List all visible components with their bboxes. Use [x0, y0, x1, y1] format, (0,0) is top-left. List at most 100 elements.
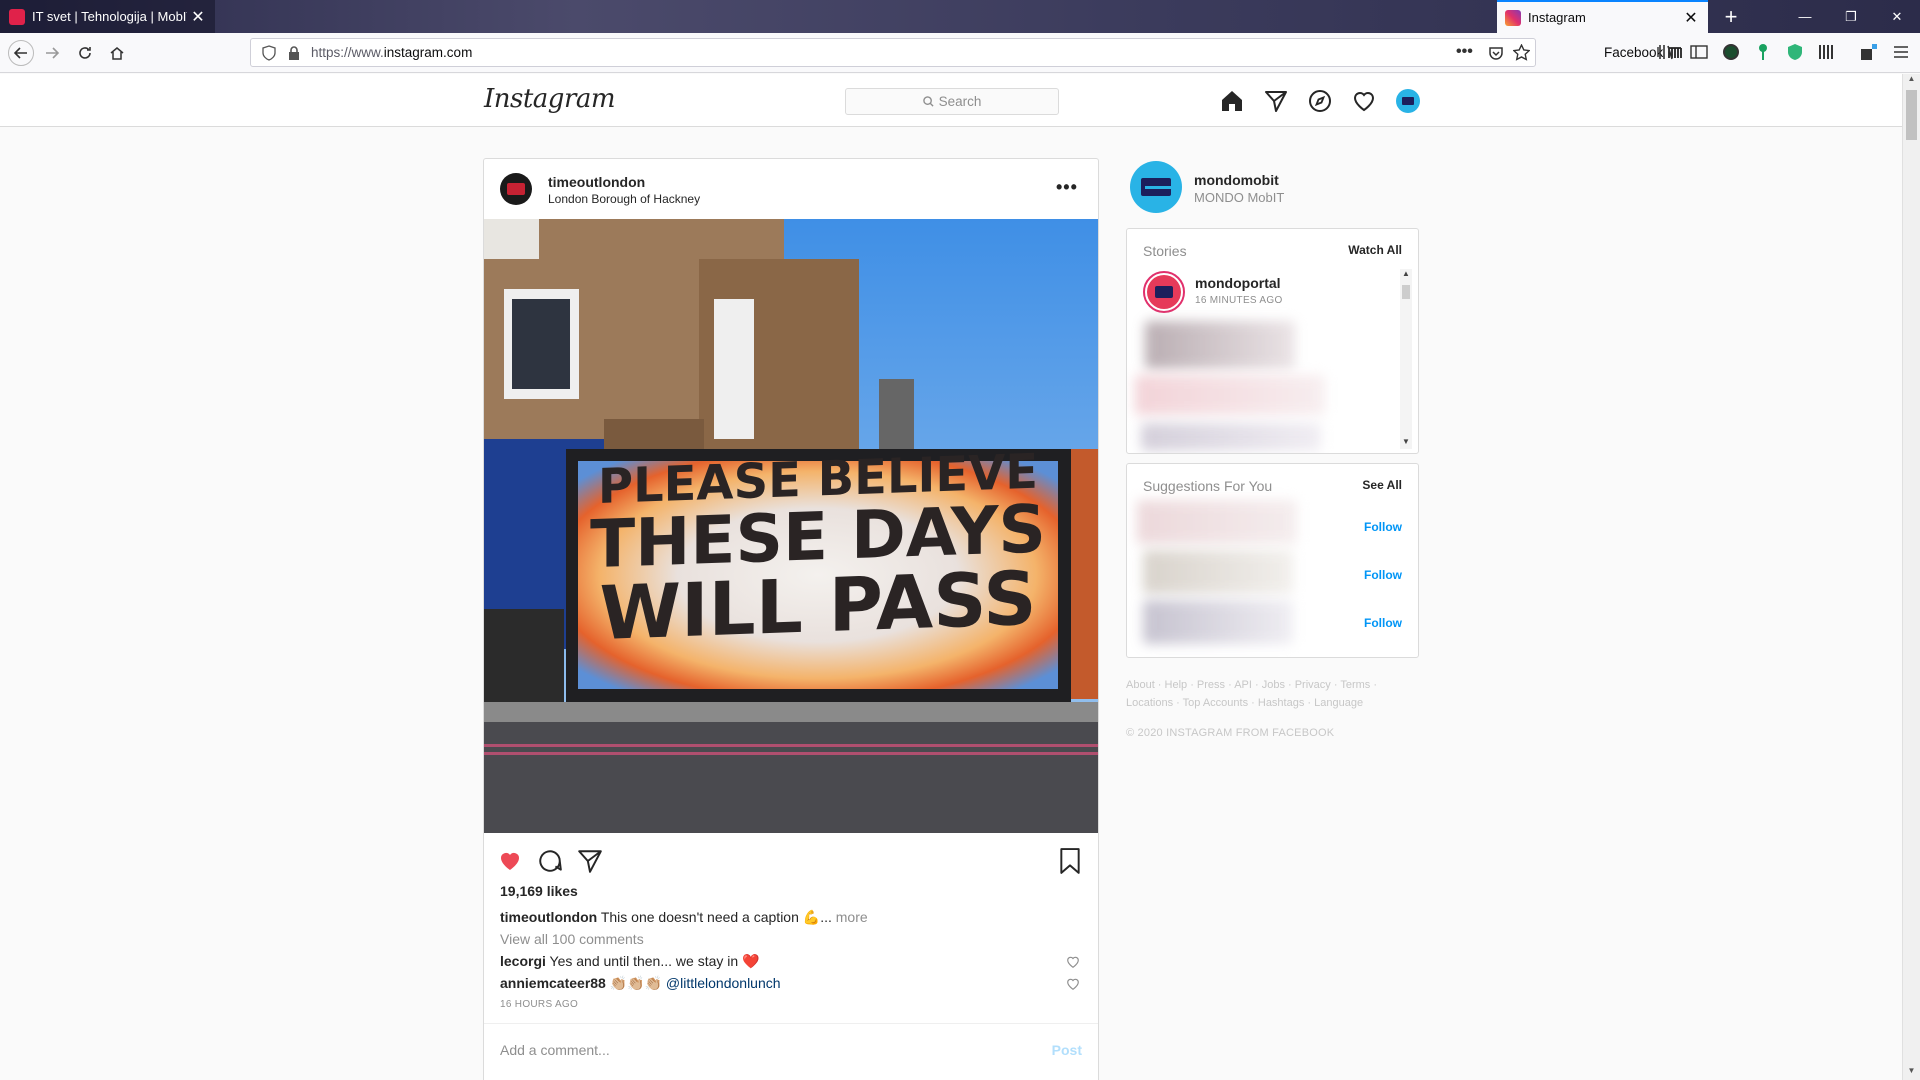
add-comment-input[interactable]: Add a comment... [500, 1042, 610, 1058]
search-placeholder: Search [938, 94, 982, 109]
post-caption: timeoutlondon This one doesn't need a ca… [500, 909, 868, 926]
url-text[interactable]: https://www.instagram.com [311, 45, 472, 60]
comment-row: lecorgi Yes and until then... we stay in… [500, 953, 759, 970]
comment-text: 👏🏼👏🏼👏🏼 [609, 975, 663, 991]
container-label: Facebook [1604, 45, 1664, 60]
direct-messages-icon[interactable] [1263, 88, 1289, 114]
more-options-icon[interactable]: ••• [1056, 177, 1078, 198]
pocket-icon[interactable] [1488, 45, 1504, 61]
post-timestamp[interactable]: 16 HOURS AGO [500, 999, 578, 1010]
home-nav-icon[interactable] [1219, 88, 1245, 114]
extension-key-icon[interactable] [1752, 41, 1774, 63]
blurred-suggestion[interactable] [1143, 600, 1293, 644]
blurred-suggestion[interactable] [1143, 550, 1293, 594]
instagram-page: Instagram Search timeoutlondon London Bo… [0, 74, 1902, 1080]
search-icon [922, 96, 934, 107]
comment-mention-link[interactable]: @littlelondonlunch [666, 975, 781, 991]
page-scrollbar[interactable]: ▲ ▼ [1902, 74, 1920, 1080]
lock-icon[interactable] [287, 45, 301, 61]
stories-title: Stories [1143, 243, 1187, 259]
home-button[interactable] [105, 41, 129, 65]
post-actions [484, 843, 1098, 883]
post-location[interactable]: London Borough of Hackney [548, 192, 700, 206]
tab-title: IT svet | Tehnologija | MobIT [32, 9, 187, 24]
back-button[interactable] [8, 40, 34, 66]
close-tab-icon[interactable]: ✕ [1680, 8, 1702, 28]
page-actions-icon[interactable]: ••• [1456, 43, 1473, 61]
back-arrow-icon [13, 47, 27, 59]
forward-arrow-icon [46, 47, 60, 59]
post-author-username[interactable]: timeoutlondon [548, 174, 645, 190]
library-icon[interactable] [1656, 41, 1678, 63]
comment-bubble-icon[interactable] [536, 847, 564, 875]
tracking-shield-icon[interactable] [261, 45, 277, 61]
instagram-header: Instagram Search [0, 74, 1902, 127]
caption-username[interactable]: timeoutlondon [500, 909, 597, 925]
current-user-avatar[interactable] [1130, 161, 1182, 213]
extension-puzzle-icon[interactable] [1858, 41, 1880, 63]
see-all-link[interactable]: See All [1362, 478, 1402, 492]
suggestions-card: Suggestions For You See All Follow Follo… [1126, 463, 1419, 658]
browser-nav-bar: https://www.instagram.com Facebook ••• [0, 33, 1920, 73]
comment-like-heart-icon[interactable] [1066, 955, 1080, 969]
extension-dark-icon[interactable] [1720, 41, 1742, 63]
page-scrollbar-thumb[interactable] [1906, 90, 1917, 140]
post-author-avatar[interactable] [500, 173, 532, 205]
post-photo[interactable]: PLEASE BELIEVE THESE DAYS WILL PASS [484, 219, 1098, 833]
watch-all-link[interactable]: Watch All [1348, 243, 1402, 257]
follow-button[interactable]: Follow [1364, 520, 1402, 534]
billboard-photo-image: PLEASE BELIEVE THESE DAYS WILL PASS [484, 219, 1098, 833]
tab-itsvet[interactable]: IT svet | Tehnologija | MobIT ✕ [0, 0, 215, 33]
new-tab-button[interactable]: + [1716, 0, 1746, 33]
extension-shield-icon[interactable] [1784, 41, 1806, 63]
bookmark-star-icon[interactable] [1513, 44, 1530, 61]
instagram-logo[interactable]: Instagram [484, 84, 616, 114]
stories-card: Stories Watch All mondoportal 16 MINUTES… [1126, 228, 1419, 454]
reload-button[interactable] [73, 41, 97, 65]
comment-username[interactable]: lecorgi [500, 953, 546, 969]
follow-button[interactable]: Follow [1364, 616, 1402, 630]
footer-links-line-2[interactable]: Locations · Top Accounts · Hashtags · La… [1126, 694, 1426, 712]
caption-text: This one doesn't need a caption 💪... [600, 909, 832, 925]
story-avatar[interactable] [1143, 271, 1185, 313]
comment-text: Yes and until then... we stay in ❤️ [549, 953, 760, 969]
copyright-text: © 2020 INSTAGRAM FROM FACEBOOK [1126, 727, 1335, 739]
url-bar[interactable]: https://www.instagram.com Facebook ••• [250, 38, 1683, 67]
story-username[interactable]: mondoportal [1195, 275, 1281, 291]
view-all-comments-link[interactable]: View all 100 comments [500, 931, 644, 947]
restore-button[interactable]: ❐ [1828, 0, 1874, 33]
stories-scrollbar[interactable]: ▲ ▼ [1400, 269, 1412, 449]
extension-bars-icon[interactable] [1816, 41, 1838, 63]
profile-avatar[interactable] [1395, 88, 1421, 114]
blurred-story-item[interactable] [1135, 375, 1325, 415]
current-user-username[interactable]: mondomobit [1194, 172, 1279, 188]
minimize-button[interactable]: — [1782, 0, 1828, 33]
like-heart-icon[interactable] [496, 847, 524, 875]
close-tab-icon[interactable]: ✕ [187, 7, 209, 27]
search-input[interactable]: Search [845, 88, 1059, 115]
activity-heart-icon[interactable] [1351, 88, 1377, 114]
blurred-story-item[interactable] [1145, 321, 1295, 369]
current-user-fullname: MONDO MobIT [1194, 190, 1285, 205]
menu-hamburger-icon[interactable] [1890, 41, 1912, 63]
save-bookmark-icon[interactable] [1056, 847, 1084, 875]
forward-button[interactable] [40, 41, 64, 65]
share-paper-plane-icon[interactable] [576, 847, 604, 875]
reload-icon [79, 47, 91, 59]
comment-username[interactable]: anniemcateer88 [500, 975, 606, 991]
footer-links[interactable]: About · Help · Press · API · Jobs · Priv… [1126, 676, 1426, 712]
post-comment-button[interactable]: Post [1052, 1042, 1082, 1058]
url-domain: instagram.com [383, 45, 473, 60]
sidebar-toggle-icon[interactable] [1688, 41, 1710, 63]
close-window-button[interactable]: ✕ [1874, 0, 1920, 33]
tab-instagram[interactable]: Instagram ✕ [1497, 0, 1708, 33]
explore-compass-icon[interactable] [1307, 88, 1333, 114]
itsvet-favicon-icon [9, 8, 25, 25]
blurred-suggestion[interactable] [1137, 500, 1297, 544]
comment-like-heart-icon[interactable] [1066, 977, 1080, 991]
caption-more-link[interactable]: more [836, 909, 868, 925]
likes-count[interactable]: 19,169 likes [500, 883, 578, 899]
blurred-story-item[interactable] [1141, 423, 1321, 451]
footer-links-line-1[interactable]: About · Help · Press · API · Jobs · Priv… [1126, 676, 1426, 694]
follow-button[interactable]: Follow [1364, 568, 1402, 582]
